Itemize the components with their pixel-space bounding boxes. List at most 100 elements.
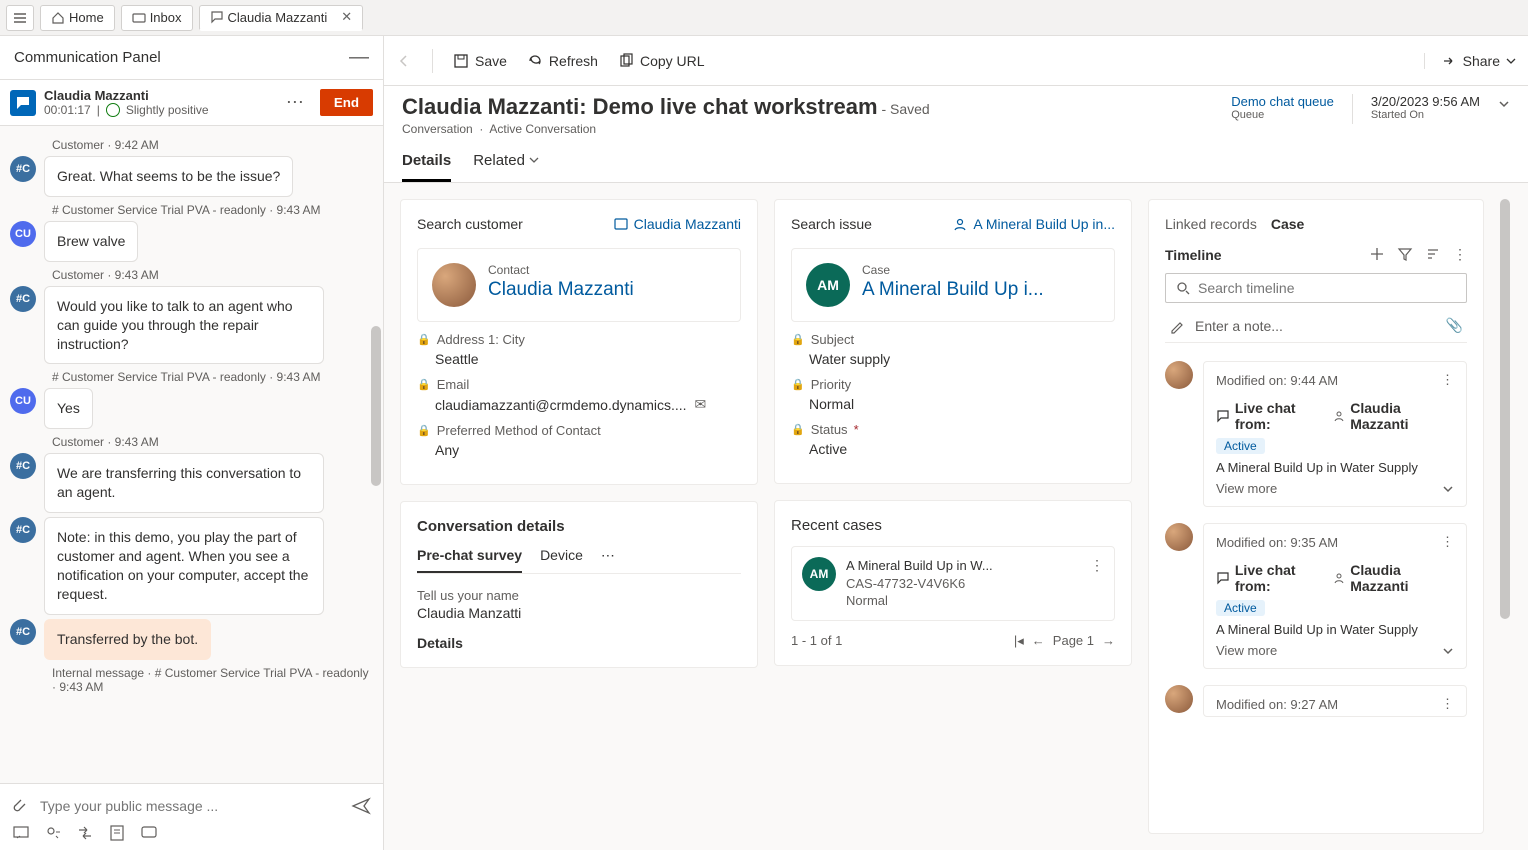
case-more-button[interactable]: ⋮ <box>1090 557 1104 610</box>
chat-scrollbar[interactable] <box>369 126 383 783</box>
entity-type: Conversation <box>402 122 473 136</box>
attach-icon[interactable] <box>12 797 30 815</box>
status-label: Status <box>811 422 848 437</box>
timeline-item-more[interactable]: ⋮ <box>1441 696 1454 712</box>
subject-value: Water supply <box>791 347 1115 367</box>
transfer-icon[interactable] <box>76 824 94 842</box>
end-button[interactable]: End <box>320 89 373 116</box>
search-issue-label: Search issue <box>791 216 872 232</box>
top-tab-bar: Home Inbox Claudia Mazzanti ✕ <box>0 0 1528 36</box>
customer-link[interactable]: Claudia Mazzanti <box>614 216 741 232</box>
person-icon <box>953 217 967 231</box>
lock-icon: 🔒 <box>791 423 805 436</box>
timeline-item[interactable]: Modified on: 9:35 AM⋮ Live chat from: Cl… <box>1203 523 1467 669</box>
conversation-details-card: Conversation details Pre-chat survey Dev… <box>400 501 758 668</box>
timeline-more-icon[interactable]: ⋮ <box>1453 246 1467 263</box>
session-more-button[interactable]: ⋯ <box>278 92 312 113</box>
share-button[interactable]: Share <box>1424 53 1516 69</box>
contact-name-link[interactable]: Claudia Mazzanti <box>488 279 726 301</box>
avatar-customer: CU <box>10 388 36 414</box>
recent-case-title[interactable]: A Mineral Build Up in W... <box>846 557 1080 575</box>
pager-first-icon[interactable]: |◂ <box>1014 633 1024 649</box>
timeline-item[interactable]: Modified on: 9:27 AM⋮ <box>1203 685 1467 717</box>
view-more-link[interactable]: View more <box>1216 481 1277 496</box>
compose-input[interactable] <box>40 792 341 820</box>
chevron-down-icon[interactable] <box>1442 483 1454 495</box>
save-button[interactable]: Save <box>453 53 507 69</box>
pager-next-icon[interactable]: → <box>1102 633 1115 648</box>
issue-link[interactable]: A Mineral Build Up in... <box>953 216 1115 232</box>
send-icon[interactable] <box>351 796 371 816</box>
timeline-item-more[interactable]: ⋮ <box>1441 372 1454 388</box>
linked-record-type[interactable]: Case <box>1271 216 1304 232</box>
linked-records-card: Linked records Case Timeline ⋮ <box>1148 199 1484 834</box>
tab-prechat[interactable]: Pre-chat survey <box>417 547 522 573</box>
note-input[interactable]: Enter a note... <box>1195 318 1436 334</box>
case-name-link[interactable]: A Mineral Build Up i... <box>862 279 1100 301</box>
timeline-search-input[interactable] <box>1198 280 1456 296</box>
back-button[interactable] <box>396 53 412 69</box>
person-icon <box>1333 572 1344 584</box>
pencil-icon <box>1169 318 1185 334</box>
attach-icon[interactable]: 📎 <box>1446 317 1463 334</box>
session-timer: 00:01:17 <box>44 103 91 117</box>
chevron-down-icon[interactable] <box>1442 645 1454 657</box>
consult-icon[interactable] <box>44 824 62 842</box>
header-chevron-icon[interactable] <box>1498 94 1510 110</box>
timeline-item[interactable]: Modified on: 9:44 AM⋮ Live chat from: Cl… <box>1203 361 1467 507</box>
hamburger-button[interactable] <box>6 5 34 31</box>
view-more-link[interactable]: View more <box>1216 643 1277 658</box>
timeline-item-more[interactable]: ⋮ <box>1441 534 1454 550</box>
required-indicator: * <box>854 422 859 437</box>
chat-bubble: Yes <box>44 388 93 429</box>
quick-reply-icon[interactable] <box>12 824 30 842</box>
command-bar: Save Refresh Copy URL Share <box>384 36 1528 86</box>
priority-value: Normal <box>791 392 1115 412</box>
hamburger-icon <box>13 11 27 25</box>
conv-details-title: Conversation details <box>417 518 741 535</box>
timeline-avatar <box>1165 523 1193 551</box>
sentiment-label: Slightly positive <box>126 103 209 117</box>
refresh-button[interactable]: Refresh <box>527 53 598 69</box>
collapse-button[interactable]: — <box>349 46 369 69</box>
status-badge: Active <box>1216 600 1265 616</box>
address-value: Seattle <box>417 347 741 367</box>
queue-field[interactable]: Demo chat queue Queue <box>1231 94 1334 121</box>
contact-entity-label: Contact <box>488 263 726 277</box>
session-tab-label: Claudia Mazzanti <box>228 10 328 25</box>
home-tab[interactable]: Home <box>40 5 115 31</box>
tab-details[interactable]: Details <box>402 146 451 182</box>
chat-transcript[interactable]: Customer · 9:42 AM #CGreat. What seems t… <box>0 126 383 783</box>
lock-icon: 🔒 <box>791 378 805 391</box>
session-tab[interactable]: Claudia Mazzanti ✕ <box>199 5 364 31</box>
form-name: Active Conversation <box>489 122 596 136</box>
tab-device[interactable]: Device <box>540 547 583 573</box>
close-icon[interactable]: ✕ <box>341 9 352 25</box>
timeline-filter-icon[interactable] <box>1397 246 1413 263</box>
tab-related[interactable]: Related <box>473 146 539 182</box>
compose-area <box>0 783 383 850</box>
avatar-bot: #C <box>10 286 36 312</box>
comm-panel-title: Communication Panel <box>14 49 161 66</box>
notes-icon[interactable] <box>108 824 126 842</box>
timeline-add-icon[interactable] <box>1369 246 1385 263</box>
avatar-customer: CU <box>10 221 36 247</box>
tab-more[interactable]: ⋯ <box>601 547 615 573</box>
pmc-label: Preferred Method of Contact <box>437 423 601 438</box>
timeline-search[interactable] <box>1165 273 1467 303</box>
msg-meta: Internal message · # Customer Service Tr… <box>52 666 369 694</box>
case-entity-label: Case <box>862 263 1100 277</box>
linked-records-label: Linked records <box>1165 216 1257 232</box>
kb-icon[interactable] <box>140 824 158 842</box>
recent-cases-card: Recent cases AM A Mineral Build Up in W.… <box>774 500 1132 666</box>
timeline-sort-icon[interactable] <box>1425 246 1441 263</box>
inbox-tab[interactable]: Inbox <box>121 5 193 31</box>
email-action-icon[interactable]: ✉ <box>695 396 707 413</box>
pager-prev-icon[interactable]: ← <box>1032 633 1045 648</box>
content-scrollbar[interactable] <box>1498 199 1512 834</box>
address-label: Address 1: City <box>437 332 525 347</box>
copy-url-button[interactable]: Copy URL <box>618 53 705 69</box>
form-pane: Save Refresh Copy URL Share Claudia Mazz… <box>384 36 1528 850</box>
chevron-down-icon <box>1506 56 1516 66</box>
timeline-avatar <box>1165 361 1193 389</box>
